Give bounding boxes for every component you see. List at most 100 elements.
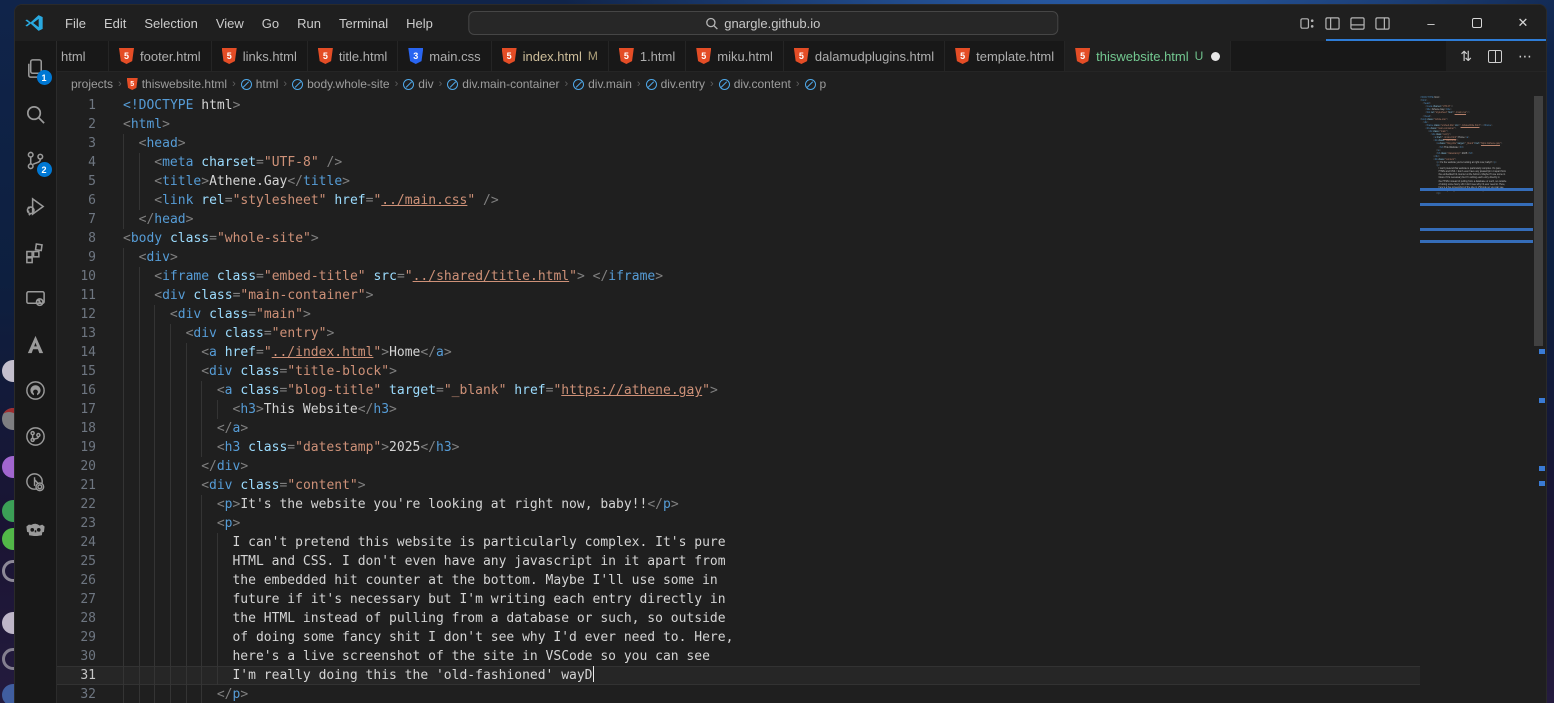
breadcrumb-item-p[interactable]: p xyxy=(805,77,827,91)
vertical-scrollbar[interactable] xyxy=(1533,96,1546,703)
breadcrumb-item-body.whole-site[interactable]: body.whole-site xyxy=(292,77,390,91)
tab-miku.html[interactable]: 5miku.html xyxy=(686,41,784,71)
toggle-primary-sidebar-icon[interactable] xyxy=(1325,16,1340,31)
code-line-20[interactable]: 20 </div> xyxy=(57,457,1420,476)
tab-main.css[interactable]: 3main.css xyxy=(398,41,491,71)
more-actions-icon[interactable]: ⋯ xyxy=(1518,48,1532,65)
code-line-2[interactable]: 2<html> xyxy=(57,115,1420,134)
code-line-11[interactable]: 11 <div class="main-container"> xyxy=(57,286,1420,305)
editor-area[interactable]: 1<!DOCTYPE html>2<html>3 <head>4 <meta c… xyxy=(57,96,1546,703)
code-line-16[interactable]: 16 <a class="blog-title" target="_blank"… xyxy=(57,381,1420,400)
progress-accent-line xyxy=(1326,39,1547,41)
code-line-28[interactable]: 28 the HTML instead of pulling from a da… xyxy=(57,609,1420,628)
minimap[interactable]: 1<!DOCTYPE html>2<html>3 <head>4 <meta c… xyxy=(1420,96,1533,703)
code-line-21[interactable]: 21 <div class="content"> xyxy=(57,476,1420,495)
tab-links.html[interactable]: 5links.html xyxy=(212,41,308,71)
code-line-18[interactable]: 18 </a> xyxy=(57,419,1420,438)
code-line-7[interactable]: 7 </head> xyxy=(57,210,1420,229)
minimize-button[interactable]: – xyxy=(1408,5,1454,41)
breadcrumb-item-div.entry[interactable]: div.entry xyxy=(646,77,705,91)
gitlens-icon[interactable] xyxy=(15,459,57,505)
tab-template.html[interactable]: 5template.html xyxy=(945,41,1065,71)
breadcrumb-item-thiswebsite.html[interactable]: 5thiswebsite.html xyxy=(127,77,227,91)
code-line-5[interactable]: 5 <title>Athene.Gay</title> xyxy=(57,172,1420,191)
menu-help[interactable]: Help xyxy=(397,12,442,35)
maximize-button[interactable] xyxy=(1454,5,1500,41)
code-line-27[interactable]: 27 future if it's necessary but I'm writ… xyxy=(57,590,1420,609)
breadcrumb-label: p xyxy=(820,77,827,91)
symbol-icon xyxy=(646,79,657,90)
tab-index.html[interactable]: 5index.htmlM xyxy=(492,41,609,71)
code-line-31[interactable]: 31 I'm really doing this the 'old-fashio… xyxy=(57,666,1420,685)
menu-file[interactable]: File xyxy=(56,12,95,35)
split-editor-icon[interactable] xyxy=(1488,50,1502,63)
code-line-8[interactable]: 8<body class="whole-site"> xyxy=(57,229,1420,248)
code-line-32[interactable]: 32 </p> xyxy=(1420,192,1533,195)
menu-edit[interactable]: Edit xyxy=(95,12,135,35)
unsaved-dot-icon[interactable] xyxy=(1211,52,1220,61)
customize-layout-icon[interactable] xyxy=(1300,16,1315,31)
tab-label: links.html xyxy=(243,49,297,64)
scrollbar-thumb[interactable] xyxy=(1534,96,1543,346)
menu-view[interactable]: View xyxy=(207,12,253,35)
code-line-4[interactable]: 4 <meta charset="UTF-8" /> xyxy=(57,153,1420,172)
search-icon[interactable] xyxy=(15,91,57,137)
breadcrumb-item-div.main[interactable]: div.main xyxy=(573,77,632,91)
code-line-32[interactable]: 32 </p> xyxy=(57,685,1420,703)
remote-explorer-icon[interactable] xyxy=(15,275,57,321)
astro-a-icon[interactable] xyxy=(15,321,57,367)
git-graph-icon[interactable] xyxy=(15,413,57,459)
tab-footer.html[interactable]: 5footer.html xyxy=(109,41,212,71)
tab-dalamudplugins.html[interactable]: 5dalamudplugins.html xyxy=(784,41,945,71)
code-line-3[interactable]: 3 <head> xyxy=(57,134,1420,153)
toggle-secondary-sidebar-icon[interactable] xyxy=(1375,16,1390,31)
menu-run[interactable]: Run xyxy=(288,12,330,35)
explorer-icon[interactable]: 1 xyxy=(15,45,57,91)
code-line-22[interactable]: 22 <p>It's the website you're looking at… xyxy=(57,495,1420,514)
source-control-icon[interactable]: 2 xyxy=(15,137,57,183)
code-line-12[interactable]: 12 <div class="main"> xyxy=(57,305,1420,324)
breadcrumb-item-projects[interactable]: projects xyxy=(71,77,113,91)
tab-1.html[interactable]: 51.html xyxy=(609,41,686,71)
breadcrumb-item-html[interactable]: html xyxy=(241,77,279,91)
git-status-letter: M xyxy=(588,49,598,63)
html-file-icon: 5 xyxy=(502,48,517,64)
run-debug-icon[interactable] xyxy=(15,183,57,229)
open-changes-icon[interactable]: ⇅ xyxy=(1460,48,1472,65)
html-file-icon: 5 xyxy=(1075,48,1090,64)
toggle-panel-icon[interactable] xyxy=(1350,16,1365,31)
code-line-6[interactable]: 6 <link rel="stylesheet" href="../main.c… xyxy=(57,191,1420,210)
code-line-1[interactable]: 1<!DOCTYPE html> xyxy=(57,96,1420,115)
taskbar-app-icon xyxy=(2,648,14,670)
code-line-10[interactable]: 10 <iframe class="embed-title" src="../s… xyxy=(57,267,1420,286)
code-line-24[interactable]: 24 I can't pretend this website is parti… xyxy=(57,533,1420,552)
code-line-30[interactable]: 30 here's a live screenshot of the site … xyxy=(57,647,1420,666)
command-center-search[interactable]: gnargle.github.io xyxy=(468,11,1058,35)
code-line-25[interactable]: 25 HTML and CSS. I don't even have any j… xyxy=(57,552,1420,571)
tab-html[interactable]: html xyxy=(57,41,109,71)
code-line-14[interactable]: 14 <a href="../index.html">Home</a> xyxy=(57,343,1420,362)
code-line-9[interactable]: 9 <div> xyxy=(57,248,1420,267)
tab-title.html[interactable]: 5title.html xyxy=(308,41,398,71)
code-line-29[interactable]: 29 of doing some fancy shit I don't see … xyxy=(57,628,1420,647)
code-line-23[interactable]: 23 <p> xyxy=(57,514,1420,533)
tab-thiswebsite.html[interactable]: 5thiswebsite.htmlU xyxy=(1065,41,1231,71)
code-line-19[interactable]: 19 <h3 class="datestamp">2025</h3> xyxy=(57,438,1420,457)
close-button[interactable]: ✕ xyxy=(1500,5,1546,41)
breadcrumb-item-div[interactable]: div xyxy=(403,77,433,91)
menu-terminal[interactable]: Terminal xyxy=(330,12,397,35)
code-line-26[interactable]: 26 the embedded hit counter at the botto… xyxy=(57,571,1420,590)
code-line-13[interactable]: 13 <div class="entry"> xyxy=(57,324,1420,343)
menu-selection[interactable]: Selection xyxy=(135,12,206,35)
github-icon[interactable] xyxy=(15,367,57,413)
overview-ruler-mark xyxy=(1539,398,1545,403)
menu-go[interactable]: Go xyxy=(253,12,288,35)
godot-icon[interactable] xyxy=(15,505,57,551)
code-editor[interactable]: 1<!DOCTYPE html>2<html>3 <head>4 <meta c… xyxy=(57,96,1420,703)
code-line-17[interactable]: 17 <h3>This Website</h3> xyxy=(57,400,1420,419)
tab-label: main.css xyxy=(429,49,480,64)
extensions-icon[interactable] xyxy=(15,229,57,275)
code-line-15[interactable]: 15 <div class="title-block"> xyxy=(57,362,1420,381)
breadcrumb-item-div.main-container[interactable]: div.main-container xyxy=(447,77,559,91)
breadcrumb-item-div.content[interactable]: div.content xyxy=(719,77,791,91)
